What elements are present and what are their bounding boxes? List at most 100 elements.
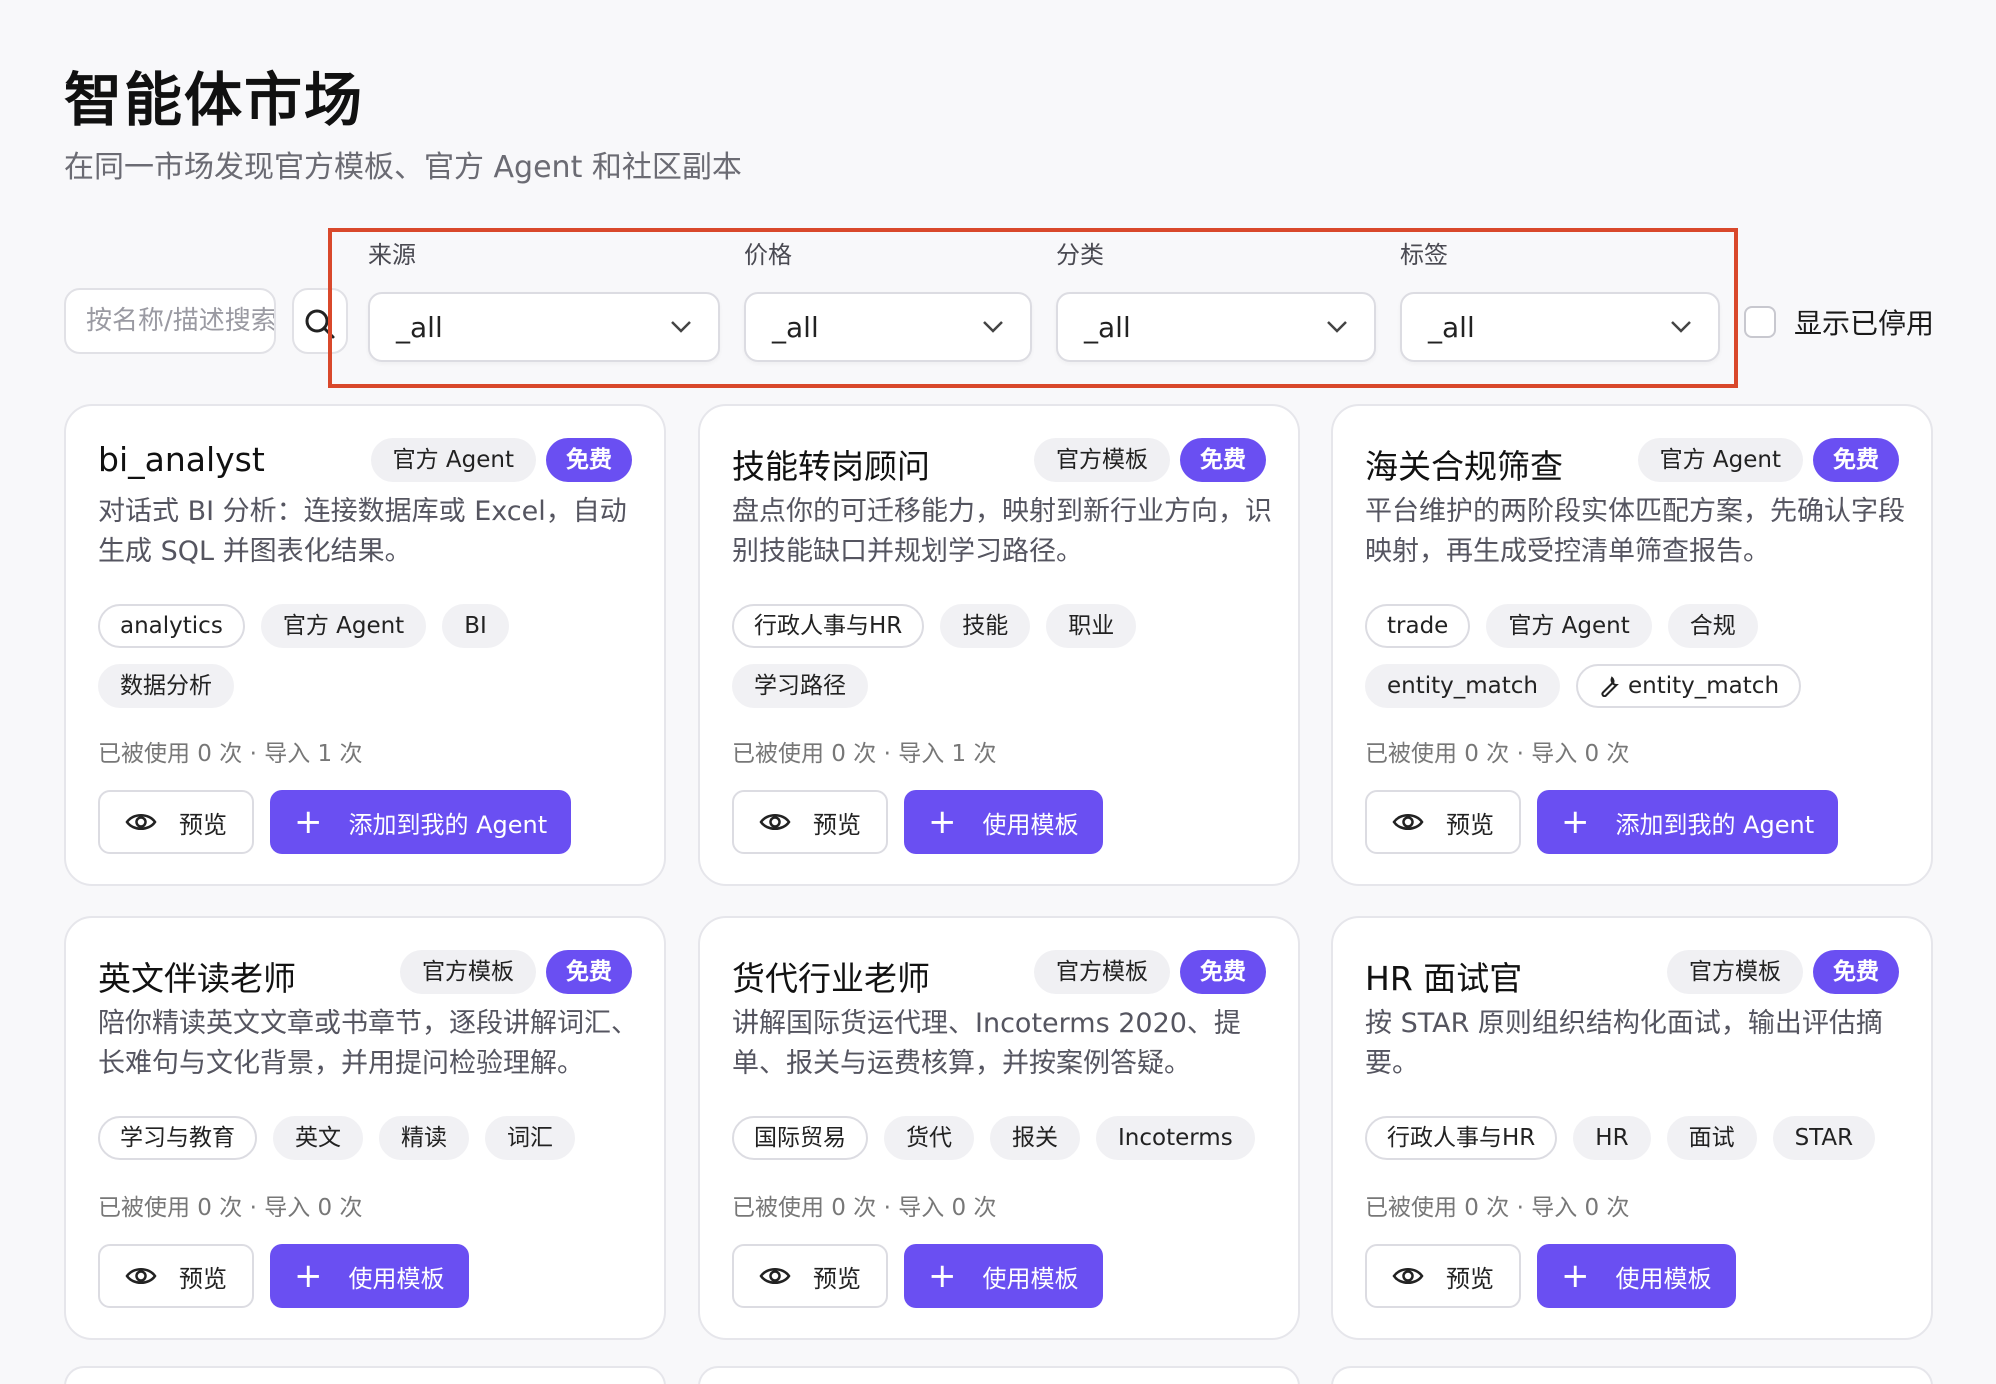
chevron-down-icon: [1671, 321, 1691, 333]
plus-icon: +: [928, 1256, 957, 1296]
tag-label: 学习与教育: [120, 1125, 235, 1151]
card-partial[interactable]: [1331, 1366, 1933, 1384]
card-title: HR 面试官: [1365, 959, 1523, 998]
preview-button[interactable]: 预览: [1365, 790, 1521, 854]
card-actions: 预览 + 使用模板: [1365, 1244, 1736, 1308]
filter-category: 分类 _all: [1056, 228, 1376, 362]
filter-price: 价格 _all: [744, 228, 1032, 362]
tag-list: 行政人事与HR 技能 职业学习路径: [732, 604, 1280, 724]
tag[interactable]: 行政人事与HR: [1365, 1116, 1558, 1160]
tag[interactable]: analytics: [98, 604, 245, 648]
tag[interactable]: 官方 Agent: [1486, 604, 1652, 648]
tag-label: 职业: [1068, 613, 1115, 639]
price-badge: 免费: [1813, 950, 1899, 994]
filter-tag-select[interactable]: _all: [1400, 292, 1720, 362]
primary-action-button[interactable]: + 使用模板: [904, 790, 1103, 854]
tag[interactable]: 国际贸易: [732, 1116, 868, 1160]
primary-action-button[interactable]: + 添加到我的 Agent: [1537, 790, 1839, 854]
preview-label: 预览: [1446, 810, 1494, 839]
tag[interactable]: 报关: [990, 1116, 1080, 1160]
tag[interactable]: trade: [1365, 604, 1471, 648]
card-title: 海关合规筛查: [1365, 447, 1563, 486]
preview-label: 预览: [813, 810, 861, 839]
plus-icon: +: [1561, 802, 1590, 842]
filter-category-select[interactable]: _all: [1056, 292, 1376, 362]
card-badges: 官方模板 免费: [1034, 950, 1266, 994]
primary-action-label: 使用模板: [348, 1264, 445, 1293]
card-title: 技能转岗顾问: [732, 447, 930, 486]
agent-card[interactable]: 技能转岗顾问 官方模板 免费 盘点你的可迁移能力，映射到新行业方向，识别技能缺口…: [698, 404, 1300, 886]
tag[interactable]: 合规: [1667, 604, 1758, 648]
primary-action-button[interactable]: + 使用模板: [270, 1244, 469, 1308]
show-disabled-toggle[interactable]: 显示已停用: [1744, 302, 1934, 342]
card-partial[interactable]: [64, 1366, 666, 1384]
primary-action-button[interactable]: + 使用模板: [904, 1244, 1103, 1308]
tag[interactable]: entity_match: [1576, 664, 1802, 708]
tag-label: STAR: [1794, 1125, 1854, 1151]
card-badges: 官方模板 免费: [400, 950, 632, 994]
tag-label: 报关: [1012, 1125, 1058, 1151]
page-title: 智能体市场: [64, 66, 365, 134]
plus-icon: +: [928, 802, 957, 842]
filter-source-select[interactable]: _all: [368, 292, 720, 362]
eye-icon: [125, 814, 157, 830]
tag[interactable]: entity_match: [1365, 664, 1561, 708]
card-badges: 官方模板 免费: [1034, 438, 1266, 482]
show-disabled-checkbox[interactable]: [1744, 306, 1776, 338]
primary-action-button[interactable]: + 添加到我的 Agent: [270, 790, 572, 854]
preview-button[interactable]: 预览: [732, 790, 888, 854]
primary-action-button[interactable]: + 使用模板: [1537, 1244, 1736, 1308]
wrench-icon: [1601, 676, 1619, 697]
preview-button[interactable]: 预览: [1365, 1244, 1521, 1308]
tag[interactable]: 行政人事与HR: [732, 604, 925, 648]
tag[interactable]: HR: [1573, 1116, 1651, 1160]
preview-button[interactable]: 预览: [732, 1244, 888, 1308]
tag[interactable]: 精读: [379, 1116, 469, 1160]
tag[interactable]: 职业: [1046, 604, 1137, 648]
primary-action-label: 使用模板: [1615, 1264, 1712, 1293]
tag[interactable]: 官方 Agent: [260, 604, 427, 648]
card-partial[interactable]: [698, 1366, 1300, 1384]
card-actions: 预览 + 添加到我的 Agent: [1365, 790, 1839, 854]
preview-label: 预览: [179, 810, 227, 839]
filter-source-label: 来源: [368, 241, 416, 269]
tag[interactable]: 面试: [1666, 1116, 1757, 1160]
filter-category-label: 分类: [1056, 241, 1104, 269]
preview-label: 预览: [813, 1264, 861, 1293]
tag[interactable]: 词汇: [485, 1116, 575, 1160]
tag[interactable]: 学习与教育: [98, 1116, 257, 1160]
filter-source-value: _all: [396, 310, 443, 344]
tag-list: analytics 官方 Agent BI 数据分析: [98, 604, 646, 724]
filter-tag: 标签 _all: [1400, 228, 1720, 362]
agent-card[interactable]: 英文伴读老师 官方模板 免费 陪你精读英文文章或书章节，逐段讲解词汇、长难句与文…: [64, 916, 666, 1340]
tag[interactable]: 技能: [940, 604, 1031, 648]
tag[interactable]: BI: [442, 604, 509, 648]
agent-card[interactable]: HR 面试官 官方模板 免费 按 STAR 原则组织结构化面试，输出评估摘要。 …: [1331, 916, 1933, 1340]
tag-label: 学习路径: [754, 673, 846, 699]
agent-card[interactable]: bi_analyst 官方 Agent 免费 对话式 BI 分析：连接数据库或 …: [64, 404, 666, 886]
tag[interactable]: 学习路径: [732, 664, 868, 708]
card-actions: 预览 + 添加到我的 Agent: [98, 790, 572, 854]
tag[interactable]: 数据分析: [98, 664, 234, 708]
card-badges: 官方模板 免费: [1667, 950, 1899, 994]
tag[interactable]: STAR: [1772, 1116, 1876, 1160]
tag-label: 数据分析: [120, 673, 212, 699]
usage-stats: 已被使用 0 次 · 导入 1 次: [732, 741, 997, 767]
tag[interactable]: 英文: [273, 1116, 363, 1160]
search-input[interactable]: 按名称/描述搜索: [64, 288, 276, 354]
eye-icon: [759, 814, 791, 830]
filter-bar: 按名称/描述搜索 来源 _all 价格 _all 分类 _all 标签 _all: [64, 228, 1944, 388]
tag[interactable]: Incoterms: [1096, 1116, 1255, 1160]
usage-stats: 已被使用 0 次 · 导入 0 次: [1365, 1195, 1630, 1221]
card-description: 按 STAR 原则组织结构化面试，输出评估摘要。: [1365, 1008, 1883, 1079]
preview-button[interactable]: 预览: [98, 790, 254, 854]
card-actions: 预览 + 使用模板: [732, 790, 1103, 854]
filter-price-select[interactable]: _all: [744, 292, 1032, 362]
card-badges: 官方 Agent 免费: [370, 438, 632, 482]
agent-card[interactable]: 货代行业老师 官方模板 免费 讲解国际货运代理、Incoterms 2020、提…: [698, 916, 1300, 1340]
agent-card[interactable]: 海关合规筛查 官方 Agent 免费 平台维护的两阶段实体匹配方案，先确认字段映…: [1331, 404, 1933, 886]
tag-label: 国际贸易: [754, 1125, 846, 1151]
tag[interactable]: 货代: [884, 1116, 974, 1160]
plus-icon: +: [1561, 1256, 1590, 1296]
preview-button[interactable]: 预览: [98, 1244, 254, 1308]
